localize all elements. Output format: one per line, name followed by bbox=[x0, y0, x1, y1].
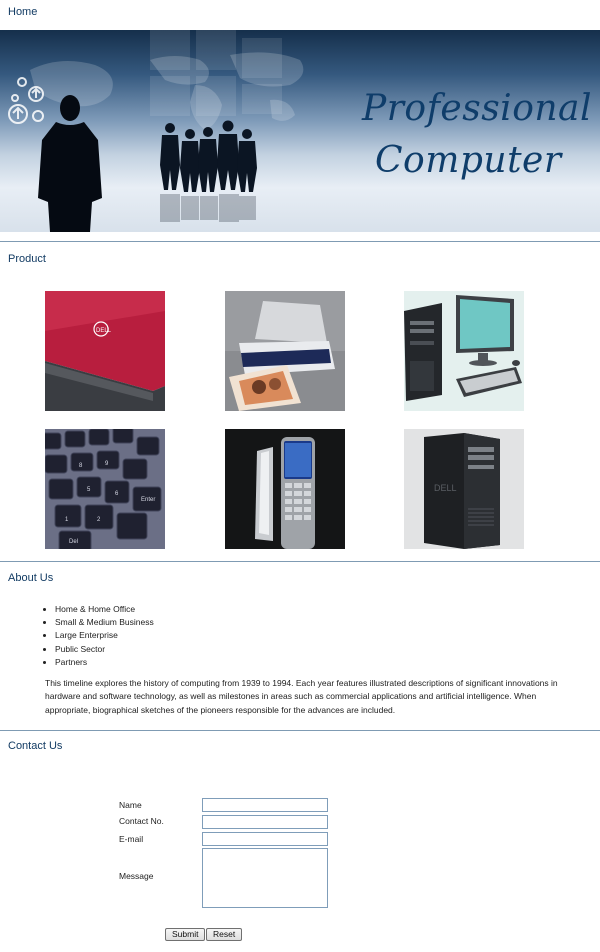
list-item: Public Sector bbox=[55, 643, 154, 656]
desktop-computer-image bbox=[404, 291, 524, 411]
laptop-image: DELL bbox=[45, 291, 165, 411]
product-heading: Product bbox=[8, 253, 46, 265]
business-silhouettes-image bbox=[8, 30, 304, 232]
about-heading: About Us bbox=[8, 572, 54, 584]
contact-number-field[interactable] bbox=[202, 815, 328, 829]
contact-number-label: Contact No. bbox=[119, 816, 164, 826]
svg-text:DELL: DELL bbox=[434, 483, 457, 493]
submit-button[interactable]: Submit bbox=[165, 928, 206, 941]
list-item: Large Enterprise bbox=[55, 629, 154, 642]
list-item: Small & Medium Business bbox=[55, 616, 154, 629]
message-field[interactable] bbox=[202, 848, 328, 908]
divider bbox=[0, 241, 600, 242]
email-field[interactable] bbox=[202, 832, 328, 846]
divider bbox=[0, 561, 600, 562]
list-item: Partners bbox=[55, 656, 154, 669]
banner-title-line2: Computer bbox=[375, 140, 562, 181]
home-heading: Home bbox=[8, 6, 38, 18]
printer-image bbox=[225, 291, 345, 411]
name-label: Name bbox=[119, 800, 142, 810]
svg-text:Del: Del bbox=[69, 539, 78, 545]
contact-heading: Contact Us bbox=[8, 740, 63, 752]
hero-banner: Professional Computer bbox=[0, 30, 600, 232]
list-item: Home & Home Office bbox=[55, 603, 154, 616]
name-field[interactable] bbox=[202, 798, 328, 812]
email-label: E-mail bbox=[119, 834, 144, 844]
banner-title-line1: Professional bbox=[362, 88, 593, 129]
svg-text:DELL: DELL bbox=[96, 328, 112, 334]
workstation-tower-image: DELL bbox=[404, 429, 524, 549]
svg-text:Enter: Enter bbox=[141, 497, 155, 503]
keyboard-image: 895 612 Enter Del bbox=[45, 429, 165, 549]
mobile-phone-image bbox=[225, 429, 345, 549]
about-list: Home & Home Office Small & Medium Busine… bbox=[45, 603, 154, 669]
message-label: Message bbox=[119, 871, 154, 881]
about-paragraph: This timeline explores the history of co… bbox=[45, 678, 558, 715]
divider bbox=[0, 730, 600, 731]
reset-button[interactable]: Reset bbox=[206, 928, 243, 941]
